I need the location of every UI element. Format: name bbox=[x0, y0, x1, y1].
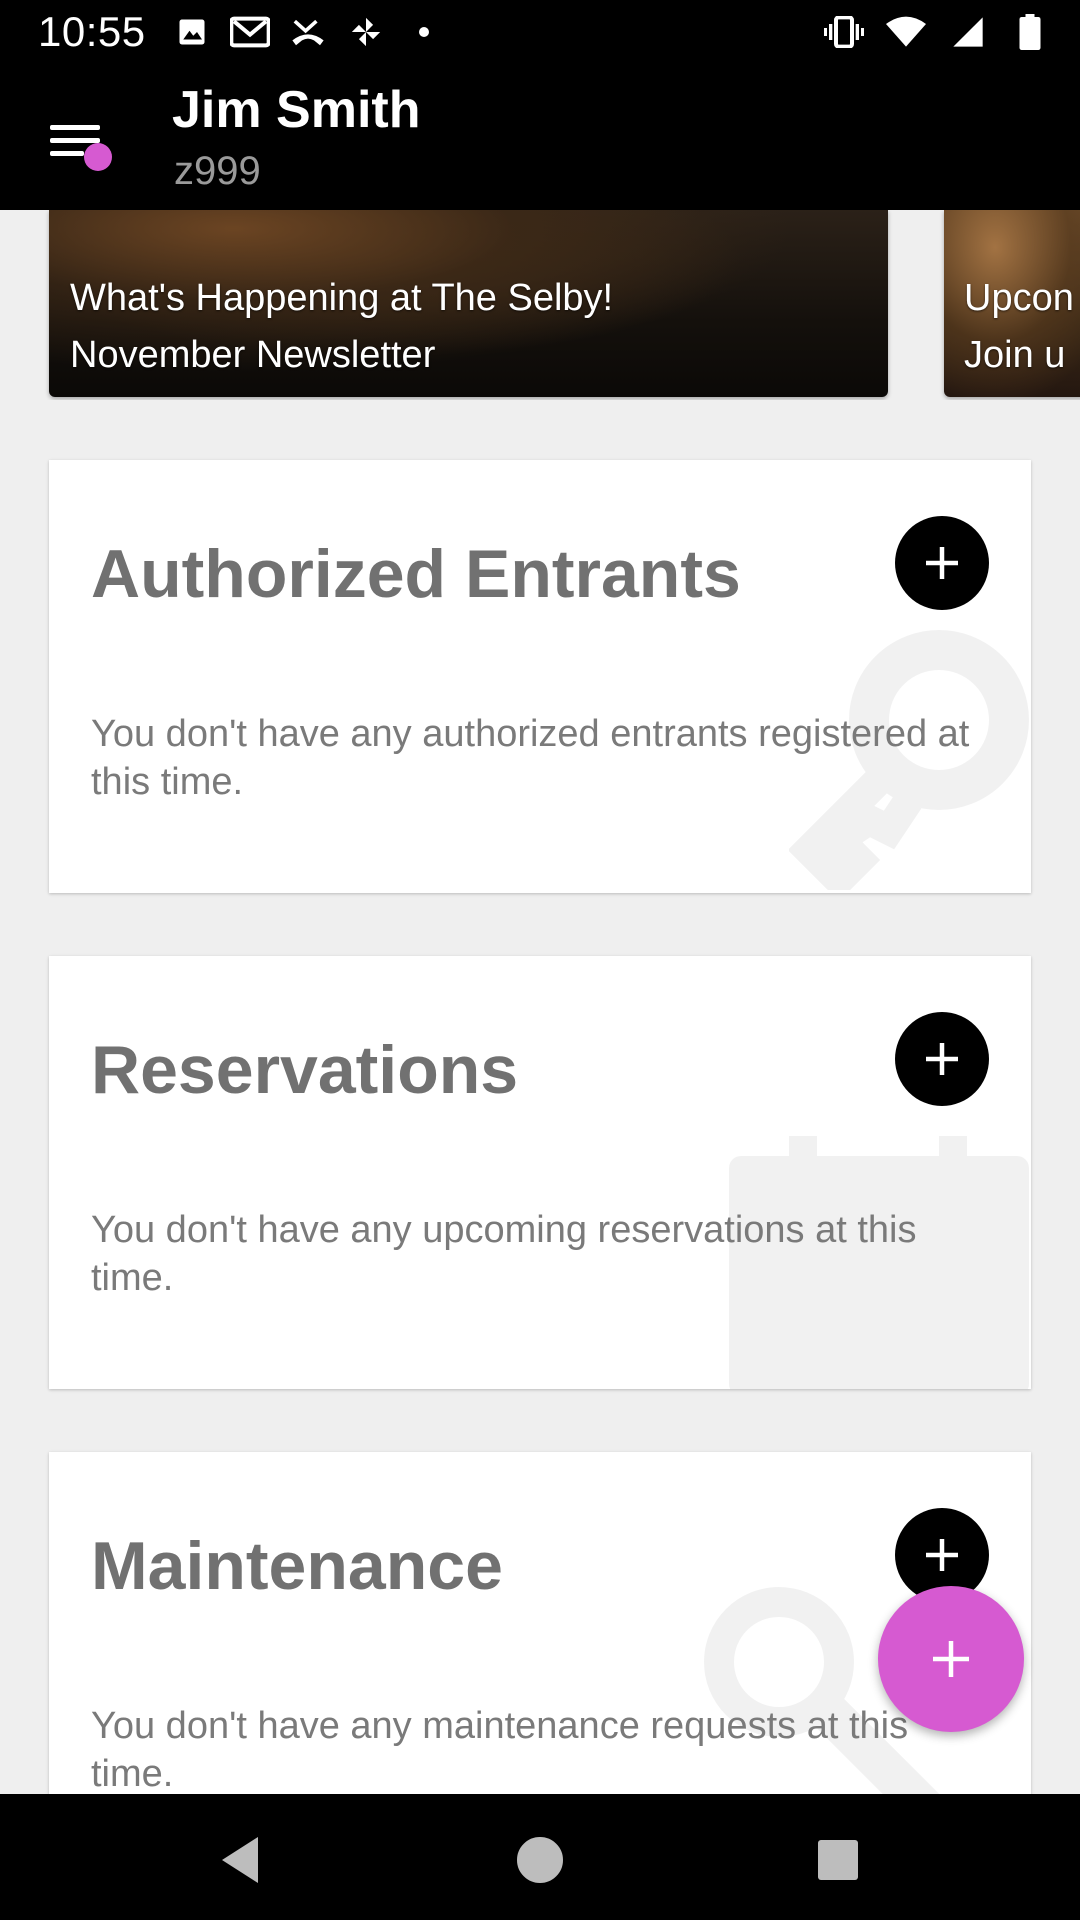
add-authorized-entrant-button[interactable] bbox=[895, 516, 989, 610]
notification-dot bbox=[84, 143, 112, 171]
plus-icon bbox=[933, 1641, 969, 1677]
reservations-card: Reservations You don't have any upcoming… bbox=[49, 956, 1031, 1389]
screen: 10:55 Jim Smith z999 What's Happening at… bbox=[0, 0, 1080, 1920]
news-card[interactable]: What's Happening at The Selby! November … bbox=[49, 210, 888, 397]
back-button[interactable] bbox=[210, 1830, 270, 1890]
navigation-bar bbox=[0, 1794, 1080, 1920]
news-carousel[interactable]: What's Happening at The Selby! November … bbox=[0, 210, 1080, 400]
card-title: Maintenance bbox=[91, 1528, 503, 1604]
news-card-subtitle: Join u bbox=[964, 334, 1066, 376]
recents-icon bbox=[818, 1840, 858, 1880]
user-name: Jim Smith bbox=[172, 81, 421, 139]
news-card-title: What's Happening at The Selby! bbox=[70, 277, 614, 319]
recents-button[interactable] bbox=[808, 1830, 868, 1890]
news-card-title: Upcon bbox=[964, 277, 1074, 319]
floating-add-button[interactable] bbox=[878, 1586, 1024, 1732]
status-icons-left bbox=[172, 12, 444, 52]
status-bar: 10:55 bbox=[0, 0, 1080, 64]
plus-icon bbox=[926, 1539, 958, 1571]
app-bar: Jim Smith z999 bbox=[0, 64, 1080, 210]
card-body: You don't have any authorized entrants r… bbox=[91, 713, 970, 803]
back-icon bbox=[222, 1837, 258, 1883]
wifi-icon bbox=[886, 12, 926, 52]
card-body: You don't have any upcoming reservations… bbox=[91, 1209, 917, 1299]
status-icons-right bbox=[824, 12, 1050, 52]
plus-icon bbox=[926, 1043, 958, 1075]
dot-icon bbox=[404, 12, 444, 52]
menu-button[interactable] bbox=[40, 109, 114, 175]
news-card-text: What's Happening at The Selby! November … bbox=[70, 270, 613, 384]
missed-call-icon bbox=[288, 12, 328, 52]
news-card-subtitle: November Newsletter bbox=[70, 334, 436, 376]
plus-icon bbox=[926, 547, 958, 579]
card-title: Authorized Entrants bbox=[91, 536, 741, 612]
add-reservation-button[interactable] bbox=[895, 1012, 989, 1106]
image-icon bbox=[172, 12, 212, 52]
card-body: You don't have any maintenance requests … bbox=[91, 1705, 909, 1795]
news-card[interactable]: Upcon Join u bbox=[944, 210, 1080, 397]
vibrate-icon bbox=[824, 12, 864, 52]
gmail-icon bbox=[230, 12, 270, 52]
card-title: Reservations bbox=[91, 1032, 519, 1108]
status-time: 10:55 bbox=[38, 8, 146, 55]
home-button[interactable] bbox=[510, 1830, 570, 1890]
battery-icon bbox=[1010, 12, 1050, 52]
news-card-text: Upcon Join u bbox=[964, 270, 1074, 384]
authorized-entrants-card: Authorized Entrants You don't have any a… bbox=[49, 460, 1031, 893]
signal-icon bbox=[948, 12, 988, 52]
home-icon bbox=[516, 1836, 564, 1884]
pinwheel-icon bbox=[346, 12, 386, 52]
user-id: z999 bbox=[174, 149, 261, 193]
